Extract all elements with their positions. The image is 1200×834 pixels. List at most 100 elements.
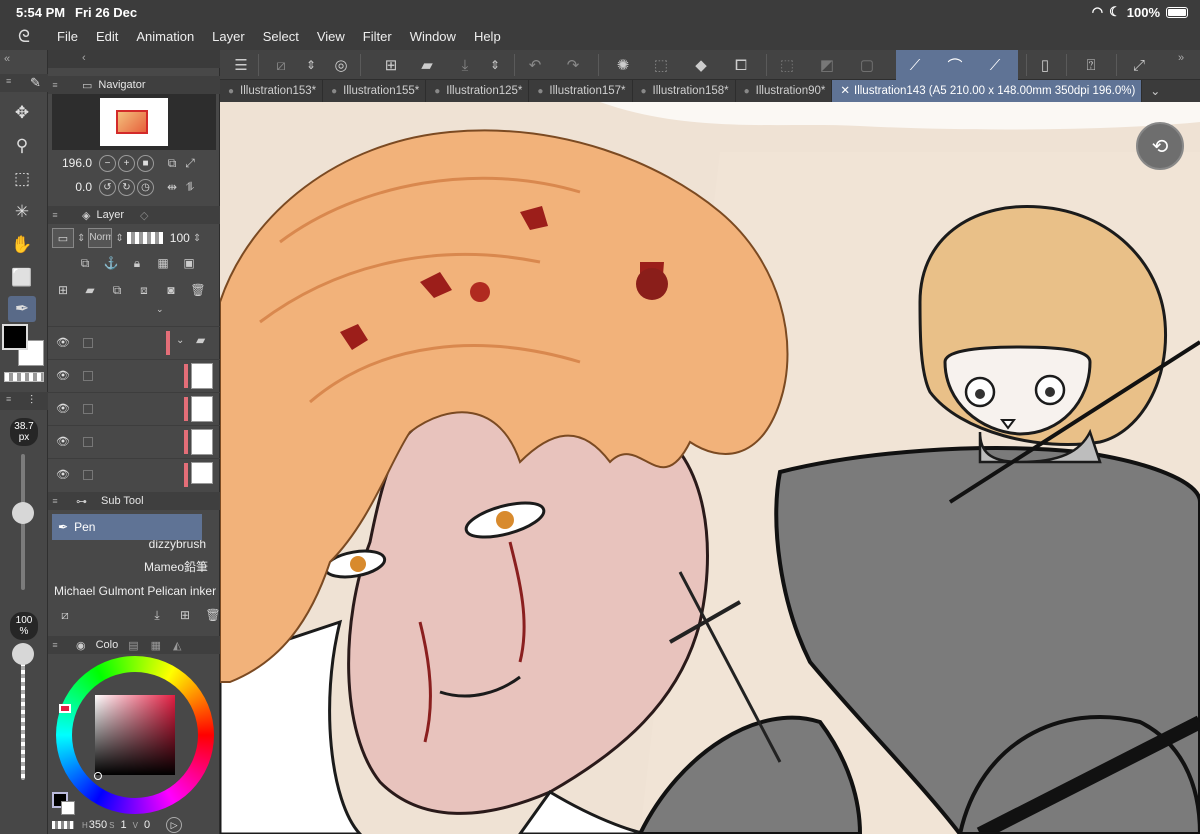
layer-check[interactable]	[83, 404, 93, 414]
fill-icon[interactable]: ◆	[688, 53, 714, 77]
chevron-updown-icon[interactable]: ⇕	[115, 233, 123, 244]
layer-check[interactable]	[83, 371, 93, 381]
eye-icon[interactable]: 👁︎	[56, 336, 70, 349]
flip-vertical-icon[interactable]: ⥮	[181, 178, 199, 196]
layer-row[interactable]: 👁︎	[48, 392, 220, 424]
blend-mode-select[interactable]: Norm	[88, 228, 113, 248]
move-tool-icon[interactable]: ✥	[8, 100, 36, 126]
rotate-canvas-button[interactable]: ⟲	[1136, 122, 1184, 170]
sv-cursor[interactable]	[94, 772, 102, 780]
tab-illustration155[interactable]: ● Illustration155*	[323, 80, 427, 102]
merge-layer-icon[interactable]: ⧈	[135, 281, 153, 299]
mini-sub-color[interactable]	[61, 801, 75, 815]
crop-icon[interactable]: ▢	[854, 53, 880, 77]
navigator-header[interactable]: ≡ ▭ Navigator	[48, 76, 220, 94]
new-file-icon[interactable]: ⊞	[378, 53, 404, 77]
subtool-settings-icon[interactable]: ⧄	[56, 606, 74, 624]
collapse-icon[interactable]: «	[4, 53, 10, 65]
layer-row[interactable]: 👁︎	[48, 425, 220, 457]
brush-dizzybrush[interactable]: dizzybrush	[52, 540, 216, 554]
transform-icon[interactable]: ⧠	[728, 53, 754, 77]
tab-illustration157[interactable]: ● Illustration157*	[529, 80, 633, 102]
panel-grip-icon[interactable]: ≡	[48, 496, 62, 506]
chevron-updown-icon[interactable]: ⇕	[482, 53, 508, 77]
opacity-slider[interactable]	[21, 646, 25, 780]
rotate-right-icon[interactable]: ↻	[118, 178, 135, 196]
select-all-icon[interactable]: ⬚	[648, 53, 674, 77]
tab-illustration158[interactable]: ● Illustration158*	[633, 80, 736, 102]
eye-icon[interactable]: 👁︎	[56, 369, 70, 382]
help-icon[interactable]: ⍰	[1078, 53, 1104, 77]
chevron-updown-icon[interactable]: ⇕	[298, 53, 324, 77]
brush-mameo[interactable]: Mameo鉛筆	[52, 556, 216, 578]
deselect-icon[interactable]: ⬚	[774, 53, 800, 77]
curve-ruler-icon[interactable]: ⌒	[942, 53, 968, 77]
menu-animation[interactable]: Animation	[127, 24, 203, 50]
open-folder-icon[interactable]: ▰	[414, 53, 440, 77]
saturation-value-square[interactable]	[95, 695, 175, 775]
drawing-canvas[interactable]	[220, 102, 1200, 834]
brush-pelican-inker[interactable]: Michael Gulmont Pelican inker	[52, 580, 216, 602]
layer-row-folder[interactable]: 👁︎ ⌄ ▰	[48, 326, 220, 358]
ruler-icon[interactable]: ⟋	[902, 53, 928, 77]
tab-illustration125[interactable]: ● Illustration125*	[426, 80, 530, 102]
menu-file[interactable]: File	[48, 24, 87, 50]
tab-illustration153[interactable]: ● Illustration153*	[220, 80, 324, 102]
save-icon[interactable]: ⤓	[452, 53, 478, 77]
zoom-tool-icon[interactable]: ⚲	[8, 133, 36, 159]
redo-icon[interactable]: ↷	[560, 53, 586, 77]
import-icon[interactable]: ⤓	[148, 606, 166, 624]
layer-row[interactable]: 👁︎	[48, 359, 220, 391]
edit-icon[interactable]: ⧄	[268, 53, 294, 77]
lock-transparent-icon[interactable]: ▦	[154, 254, 172, 272]
mask-icon[interactable]: ▣	[180, 254, 198, 272]
app-logo-icon[interactable]: ᘓ	[0, 24, 48, 50]
main-color-swatch[interactable]	[2, 324, 28, 350]
menu-layer[interactable]: Layer	[203, 24, 254, 50]
pen-tool-icon[interactable]: ✒	[8, 296, 36, 322]
smartphone-icon[interactable]: ▯	[1032, 53, 1058, 77]
hue-cursor[interactable]	[59, 704, 71, 713]
fit-icon[interactable]: ■	[137, 154, 154, 172]
hue-ring[interactable]	[56, 656, 214, 814]
eye-icon[interactable]: 👁︎	[56, 402, 70, 415]
chevron-down-icon[interactable]: ⌄	[156, 304, 164, 315]
play-icon[interactable]: ▷	[166, 817, 183, 833]
chevron-updown-icon[interactable]: ⇕	[193, 233, 201, 244]
layer-property-tab-icon[interactable]: ◇	[140, 209, 148, 222]
chevron-left-icon[interactable]: ‹	[82, 52, 86, 64]
loading-icon[interactable]: ✺	[610, 53, 636, 77]
fit-window-icon[interactable]: ⤢	[181, 154, 199, 172]
object-tool-icon[interactable]: ⬚	[8, 166, 36, 192]
sliders-icon[interactable]: ⫶	[30, 393, 33, 408]
color-set-tab-icon[interactable]: ▤	[128, 639, 138, 652]
layer-check[interactable]	[83, 437, 93, 447]
chevron-right-icon[interactable]: »	[1178, 52, 1184, 64]
subtool-menu-icon[interactable]: ⊶	[76, 495, 87, 508]
eye-icon[interactable]: 👁︎	[56, 435, 70, 448]
delete-layer-icon[interactable]: 🗑︎	[189, 281, 207, 299]
subtool-header[interactable]: ≡ ⊶ Sub Tool	[48, 492, 220, 510]
panel-grip-icon[interactable]: ≡	[48, 80, 62, 90]
transparent-color-icon[interactable]	[4, 372, 44, 382]
layer-row[interactable]: ⌄	[48, 304, 220, 318]
zoom-out-icon[interactable]: −	[99, 154, 116, 172]
straight-ruler-icon[interactable]: ⟋	[982, 53, 1008, 77]
intermediate-tab-icon[interactable]: ▦	[151, 639, 161, 652]
reset-rotation-icon[interactable]: ◷	[137, 178, 154, 196]
selection-tool-icon[interactable]: ⬜	[8, 265, 36, 291]
menu-select[interactable]: Select	[254, 24, 308, 50]
tab-illustration90[interactable]: ● Illustration90*	[736, 80, 833, 102]
close-tab-icon[interactable]: ✕	[840, 85, 850, 97]
panel-grip-icon[interactable]: ≡	[6, 394, 11, 404]
zoom-in-icon[interactable]: +	[118, 154, 135, 172]
clip-icon[interactable]: ⧉	[76, 254, 94, 272]
opacity-knob[interactable]	[12, 643, 34, 665]
pen-tab-icon[interactable]: ✎	[30, 75, 41, 91]
layer-mask-icon[interactable]: ◙	[162, 281, 180, 299]
menu-icon[interactable]: ☰	[228, 53, 254, 77]
reference-icon[interactable]: ⚓	[102, 254, 120, 272]
fullscreen-icon[interactable]: ⤢	[1126, 53, 1152, 77]
panel-grip-icon[interactable]: ≡	[48, 640, 62, 650]
menu-edit[interactable]: Edit	[87, 24, 127, 50]
